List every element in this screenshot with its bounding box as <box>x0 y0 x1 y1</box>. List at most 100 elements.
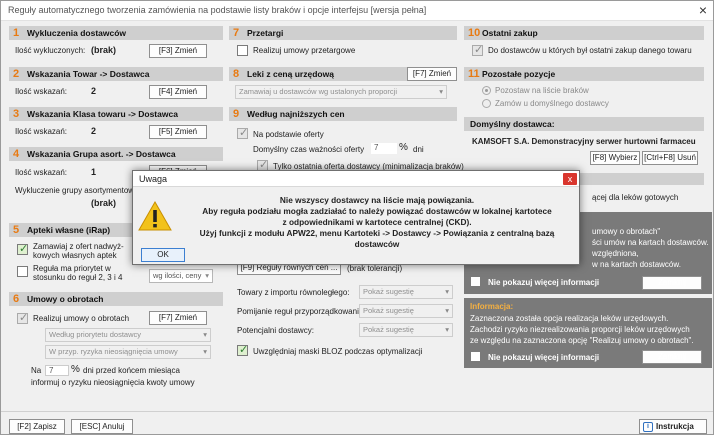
parallel-import-label: Towary z importu równoległego: <box>237 288 350 297</box>
turnover-contracts-checkbox[interactable] <box>17 311 28 324</box>
f5-change-button[interactable]: [F5] Zmień <box>149 125 207 139</box>
info2-text3: ze względu na zaznaczona opcję "Realizuj… <box>470 336 694 345</box>
section-10-header: 10 Ostatni zakup <box>464 26 704 40</box>
parallel-import-select[interactable]: Pokaż sugestię <box>359 285 453 299</box>
warning-dialog: Uwaga x Nie wszyscy dostawcy na liście m… <box>132 170 580 265</box>
tenders-checkbox[interactable] <box>237 45 248 56</box>
priority-select[interactable]: Według priorytetu dostawcy <box>45 328 211 342</box>
dont-show-1-label: Nie pokazuj więcej informacji <box>488 278 600 287</box>
percent-icon[interactable]: % <box>71 364 80 375</box>
cancel-button[interactable]: [ESC] Anuluj <box>71 419 133 434</box>
section-6: 6Umowy o obrotach Realizuj umowy o obrot… <box>9 292 223 392</box>
validity-unit: dni <box>413 145 424 154</box>
dialog-title-bar: Uwaga x <box>133 171 579 187</box>
skip-rules-label: Pomijanie reguł przyporządkowania: <box>237 307 366 316</box>
own-offers-label: Zamawiaj z ofert nadwyż-kowych własnych … <box>33 242 124 260</box>
class-indications-label: Ilość wskazań: <box>15 127 68 136</box>
indications-label: Ilość wskazań: <box>15 87 68 96</box>
risk-select[interactable]: W przyp. ryzyka nieosiągnięcia umowy <box>45 345 211 359</box>
bloz-label: Uwzględniaj maski BLOZ podczas optymaliz… <box>253 347 423 356</box>
section-11-header: 11 Pozostałe pozycje <box>464 67 704 81</box>
help-button[interactable]: i Instrukcja <box>639 419 707 434</box>
bloz-checkbox[interactable] <box>237 343 248 356</box>
dialog-line-1: Nie wszyscy dostawcy na liście mają powi… <box>279 195 475 205</box>
risk-info-label: informuj o ryzyku nieosiągnięcia kwoty u… <box>31 378 195 387</box>
info2-text1: Zaznaczona została opcja realizacja lekó… <box>470 314 669 323</box>
help-label: Instrukcja <box>656 422 694 431</box>
potential-suppliers-select[interactable]: Pokaż sugestię <box>359 323 453 337</box>
validity-input[interactable]: 7 <box>371 143 397 154</box>
f7-change-button[interactable]: [F7] Zmień <box>149 311 207 325</box>
turnover-contracts-label: Realizuj umowy o obrotach <box>33 314 130 323</box>
info1-line3: względniona, <box>592 249 639 258</box>
section-4-header: 4 Wskazania Grupa asort. -> Dostawca <box>9 147 223 161</box>
default-supplier-radio-label: Zamów u domyślnego dostawcy <box>495 99 609 108</box>
info2-title: Informacja: <box>470 302 514 311</box>
section-11: 11 Pozostałe pozycje Pozostaw na liście b… <box>464 67 704 111</box>
dialog-line-4: Użyj funkcji z modułu APW22, menu Kartot… <box>199 228 555 249</box>
dont-show-1-checkbox[interactable] <box>470 276 481 287</box>
f4-change-button[interactable]: [F4] Zmień <box>149 85 207 99</box>
priority-label: Reguła ma priorytet w stosunku do reguł … <box>33 264 123 282</box>
offer-based-label: Na podstawie oferty <box>253 130 324 139</box>
footer: [F2] Zapisz [ESC] Anuluj i Instrukcja <box>1 411 713 435</box>
tenders-label: Realizuj umowy przetargowe <box>253 46 356 55</box>
default-supplier-header: Domyślny dostawca: <box>464 117 704 131</box>
dialog-close-icon[interactable]: x <box>563 173 577 185</box>
ok-button[interactable]: OK <box>141 248 185 262</box>
validity-label: Domyślny czas ważności oferty <box>253 145 365 154</box>
dialog-line-3: z odpowiednikami w kartotece centralnej … <box>282 217 472 227</box>
priority-checkbox[interactable] <box>17 266 28 277</box>
title-bar: Reguły automatycznego tworzenia zamówien… <box>1 1 713 21</box>
help-icon: i <box>643 422 653 432</box>
section-9-header: 9 Według najniższych cen <box>229 107 457 121</box>
info-panel-2: Informacja: Zaznaczona została opcja rea… <box>464 298 712 368</box>
leave-on-list-label: Pozostaw na liście braków <box>495 86 589 95</box>
default-supplier-radio[interactable] <box>482 99 491 108</box>
days-input[interactable]: 7 <box>45 365 69 376</box>
default-supplier: Domyślny dostawca: KAMSOFT S.A. Demonstr… <box>464 117 704 167</box>
days-suffix-label: dni przed końcem miesiąca <box>83 366 180 375</box>
ctrl-f8-remove-button[interactable]: [Ctrl+F8] Usuń <box>642 151 698 165</box>
own-offers-checkbox[interactable] <box>17 242 28 255</box>
section-1-header: 1 Wykluczenia dostawców <box>9 26 223 40</box>
dont-show-2-label: Nie pokazuj więcej informacji <box>488 353 600 362</box>
skip-rules-select[interactable]: Pokaż sugestię <box>359 304 453 318</box>
close-info-1-button[interactable]: Zamknij <box>642 276 702 290</box>
info1-line2: ści umów na kartach dostawców. <box>592 238 709 247</box>
leave-on-list-radio[interactable] <box>482 86 491 95</box>
f8-choose-button[interactable]: [F8] Wybierz <box>590 151 640 165</box>
close-info-2-button[interactable]: Zamknij <box>642 350 702 364</box>
section-3-header: 3 Wskazania Klasa towaru -> Dostawca <box>9 107 223 121</box>
offer-based-checkbox[interactable] <box>237 126 248 139</box>
section-10: 10Ostatni zakup Do dostawców u których b… <box>464 26 704 61</box>
sort-select[interactable]: wg ilości, ceny <box>149 269 213 283</box>
info1-line1: umowy o obrotach" <box>592 227 661 236</box>
section-3: 3 Wskazania Klasa towaru -> Dostawca Iloś… <box>9 107 223 142</box>
f3-change-button[interactable]: [F3] Zmień <box>149 44 207 58</box>
default-supplier-value: KAMSOFT S.A. Demonstracyjny serwer hurto… <box>472 137 696 146</box>
potential-suppliers-label: Potencjalni dostawcy: <box>237 326 314 335</box>
close-icon[interactable]: × <box>699 2 707 18</box>
section-2: 2 Wskazania Towar -> Dostawca Ilość wskaz… <box>9 67 223 102</box>
proportions-select[interactable]: Zamawiaj u dostawców wg ustalonych propo… <box>235 85 447 99</box>
group-exclusion-label: Wykluczenie grupy asortymentowej <box>15 186 141 195</box>
group-exclusion-value: (brak) <box>91 198 117 208</box>
section-6-header: 6 Umowy o obrotach <box>9 292 223 306</box>
section-8: 8 Leki z ceną urzędową [F7] Zmień Zamawia… <box>229 67 457 102</box>
tolerance-label: (brak tolerancji) <box>347 264 403 273</box>
percent-icon[interactable]: % <box>399 142 408 153</box>
save-button[interactable]: [F2] Zapisz <box>9 419 65 434</box>
group-indications-value: 1 <box>91 167 97 177</box>
section-2-header: 2 Wskazania Towar -> Dostawca <box>9 67 223 81</box>
indications-value: 2 <box>91 86 97 96</box>
section-7: 7 Przetargi Realizuj umowy przetargowe <box>229 26 457 61</box>
excluded-count-label: Ilość wykluczonych: <box>15 46 86 55</box>
f7-official-change-button[interactable]: [F7] Zmień <box>407 67 457 81</box>
last-purchase-label: Do dostawców u których był ostatni zakup… <box>488 46 692 55</box>
section-7-header: 7 Przetargi <box>229 26 457 40</box>
last-purchase-checkbox[interactable] <box>472 43 483 56</box>
class-indications-value: 2 <box>91 126 97 136</box>
days-prefix-label: Na <box>31 366 42 375</box>
dont-show-2-checkbox[interactable] <box>470 351 481 362</box>
